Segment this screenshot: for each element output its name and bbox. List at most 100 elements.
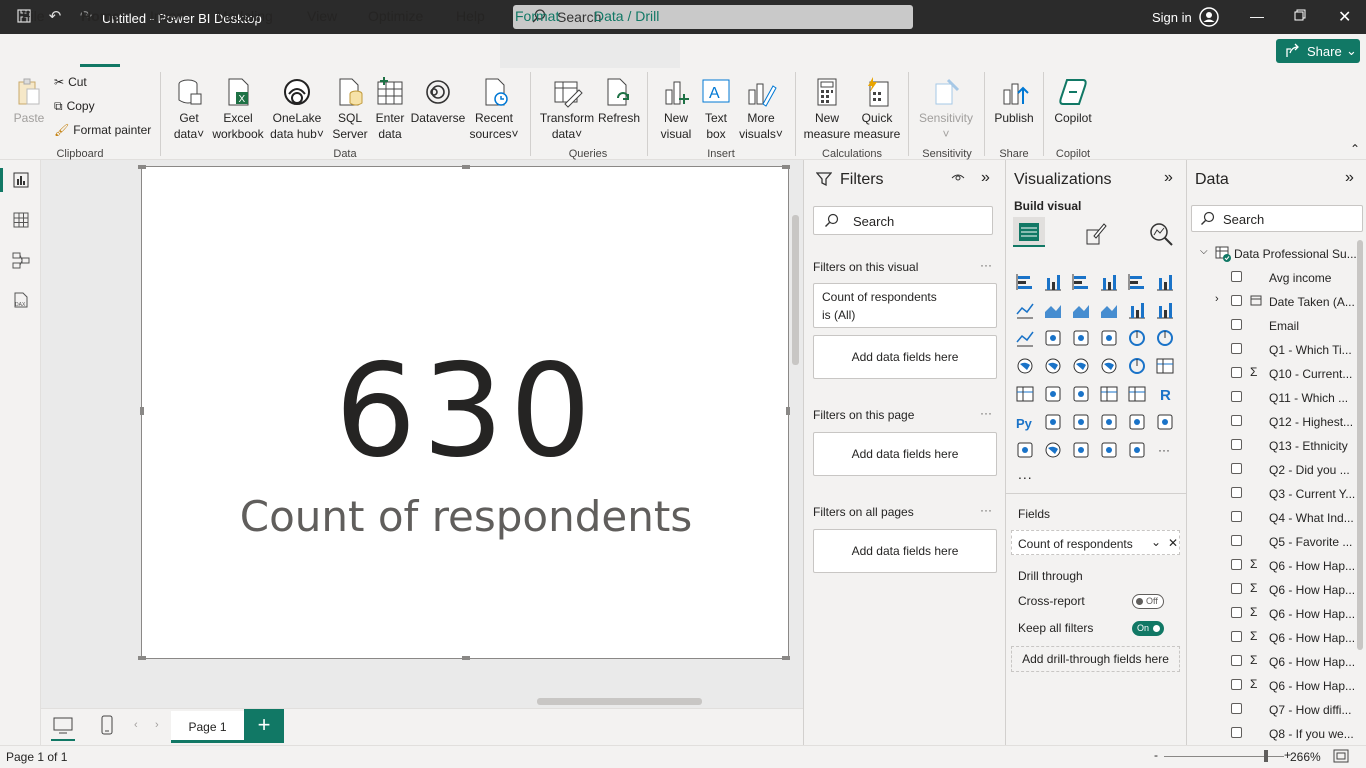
format-painter-button[interactable]: 🖌 Format painter [54, 123, 151, 137]
more-options-icon[interactable]: ··· [980, 258, 992, 272]
mobile-layout-icon[interactable] [101, 715, 113, 735]
field-checkbox[interactable] [1231, 655, 1242, 666]
line-chart-icon[interactable] [1015, 300, 1035, 320]
field-item[interactable]: Σ Q10 - Current... [1187, 362, 1357, 386]
paginated-report-icon[interactable] [1015, 440, 1035, 460]
keep-filters-toggle[interactable]: On [1132, 621, 1164, 636]
add-all-pages-fields-dropzone[interactable]: Add data fields here [813, 529, 997, 573]
field-item[interactable]: Q7 - How diffi... [1187, 698, 1357, 722]
field-checkbox[interactable] [1231, 487, 1242, 498]
close-icon[interactable]: ✕ [1338, 7, 1351, 27]
sql-server-button[interactable]: SQL Server [330, 76, 370, 142]
metrics-icon[interactable] [1155, 412, 1175, 432]
new-measure-button[interactable]: New measure [803, 76, 851, 142]
fields-well[interactable]: Count of respondents ⌄ ✕ [1011, 530, 1180, 555]
donut-chart-icon[interactable] [1155, 328, 1175, 348]
maximize-icon[interactable] [1294, 8, 1306, 24]
field-item[interactable]: Q1 - Which Ti... [1187, 338, 1357, 362]
qa-icon[interactable] [1099, 412, 1119, 432]
field-checkbox[interactable] [1231, 415, 1242, 426]
add-page-fields-dropzone[interactable]: Add data fields here [813, 432, 997, 476]
collapse-data-icon[interactable]: » [1345, 169, 1354, 187]
field-item[interactable]: › Date Taken (A... [1187, 290, 1357, 314]
field-checkbox[interactable] [1231, 727, 1242, 738]
chevron-right-icon[interactable]: › [1215, 293, 1219, 305]
new-visual-button[interactable]: New visual [656, 76, 696, 142]
kpi-icon[interactable] [1043, 384, 1063, 404]
line-clustered-column-icon[interactable] [1127, 300, 1147, 320]
map-icon[interactable] [1043, 356, 1063, 376]
tab-home[interactable]: Home [81, 8, 120, 24]
chevron-down-icon[interactable]: ⌄ [1151, 535, 1161, 549]
canvas-horizontal-scrollbar[interactable] [537, 698, 702, 705]
field-item[interactable]: Avg income [1187, 266, 1357, 290]
pie-chart-icon[interactable] [1127, 328, 1147, 348]
filters-search-input[interactable]: Search [813, 206, 993, 235]
field-item[interactable]: Q5 - Favorite ... [1187, 530, 1357, 554]
resize-handle[interactable] [138, 656, 146, 660]
field-item[interactable]: Σ Q6 - How Hap... [1187, 602, 1357, 626]
minimize-icon[interactable]: — [1250, 8, 1264, 24]
area-chart-icon[interactable] [1043, 300, 1063, 320]
add-drill-through-dropzone[interactable]: Add drill-through fields here [1011, 646, 1180, 672]
field-checkbox[interactable] [1231, 583, 1242, 594]
field-checkbox[interactable] [1231, 271, 1242, 282]
data-pane-scrollbar[interactable] [1357, 240, 1363, 650]
dataverse-button[interactable]: Dataverse [410, 76, 466, 126]
scatter-chart-icon[interactable] [1099, 328, 1119, 348]
visual-filter-card[interactable]: Count of respondents is (All) [813, 283, 997, 328]
clustered-bar-chart-icon[interactable] [1071, 272, 1091, 292]
page-tab-1[interactable]: Page 1 [171, 711, 244, 743]
prev-page-icon[interactable]: ‹ [134, 719, 138, 731]
table-node[interactable]: ⌵ Data Professional Su... [1187, 242, 1357, 266]
undo-icon[interactable]: ↶ [46, 8, 64, 26]
collapse-filters-icon[interactable]: » [981, 169, 990, 187]
card-icon[interactable] [1155, 356, 1175, 376]
table-icon[interactable] [1099, 384, 1119, 404]
get-data-button[interactable]: Get data˅ [170, 76, 208, 142]
python-visual-icon[interactable]: Py [1015, 412, 1035, 432]
field-item[interactable]: Q11 - Which ... [1187, 386, 1357, 410]
line-stacked-column-icon[interactable] [1155, 300, 1175, 320]
canvas-vertical-scrollbar[interactable] [792, 215, 799, 365]
transform-data-button[interactable]: Transform data˅ [538, 76, 596, 142]
more-options-icon[interactable]: ··· [980, 406, 992, 420]
add-page-button[interactable]: + [244, 709, 284, 743]
gauge-icon[interactable] [1127, 356, 1147, 376]
key-influencers-icon[interactable] [1043, 412, 1063, 432]
field-checkbox[interactable] [1231, 391, 1242, 402]
more-visuals-button[interactable]: More visuals˅ [736, 76, 786, 142]
resize-handle[interactable] [462, 165, 470, 169]
report-view-icon[interactable] [11, 170, 31, 190]
more-visual-icon[interactable]: ··· [1155, 440, 1175, 460]
copilot-button[interactable]: Copilot [1050, 76, 1096, 126]
sign-in-link[interactable]: Sign in [1152, 10, 1192, 25]
treemap-icon[interactable] [1015, 356, 1035, 376]
field-checkbox[interactable] [1231, 703, 1242, 714]
cross-report-toggle[interactable]: Off [1132, 594, 1164, 609]
refresh-button[interactable]: Refresh [598, 76, 640, 126]
next-page-icon[interactable]: › [155, 719, 159, 731]
quick-measure-button[interactable]: Quick measure [852, 76, 902, 142]
dax-query-view-icon[interactable]: DAX [11, 290, 31, 310]
excel-workbook-button[interactable]: X Excel workbook [210, 76, 266, 142]
field-item[interactable]: Σ Q6 - How Hap... [1187, 578, 1357, 602]
r-visual-icon[interactable]: R [1155, 384, 1175, 404]
copy-button[interactable]: ⧉ Copy [54, 99, 95, 114]
smart-narrative-icon[interactable] [1127, 412, 1147, 432]
azure-map-icon[interactable] [1099, 356, 1119, 376]
field-checkbox[interactable] [1231, 607, 1242, 618]
remove-field-icon[interactable]: ✕ [1168, 536, 1178, 550]
field-item[interactable]: Σ Q6 - How Hap... [1187, 650, 1357, 674]
stacked-area-chart-icon[interactable] [1071, 300, 1091, 320]
100-stacked-bar-icon[interactable] [1127, 272, 1147, 292]
multi-row-card-icon[interactable] [1015, 384, 1035, 404]
publish-button[interactable]: Publish [992, 76, 1036, 126]
slicer-icon[interactable] [1071, 384, 1091, 404]
100-stacked-column-icon[interactable] [1155, 272, 1175, 292]
chevron-down-icon[interactable]: ⌵ [1200, 246, 1208, 257]
zoom-out-icon[interactable]: - [1154, 748, 1158, 762]
stacked-column-chart-icon[interactable] [1043, 272, 1063, 292]
resize-handle[interactable] [782, 656, 790, 660]
arcgis-map-icon[interactable] [1043, 440, 1063, 460]
